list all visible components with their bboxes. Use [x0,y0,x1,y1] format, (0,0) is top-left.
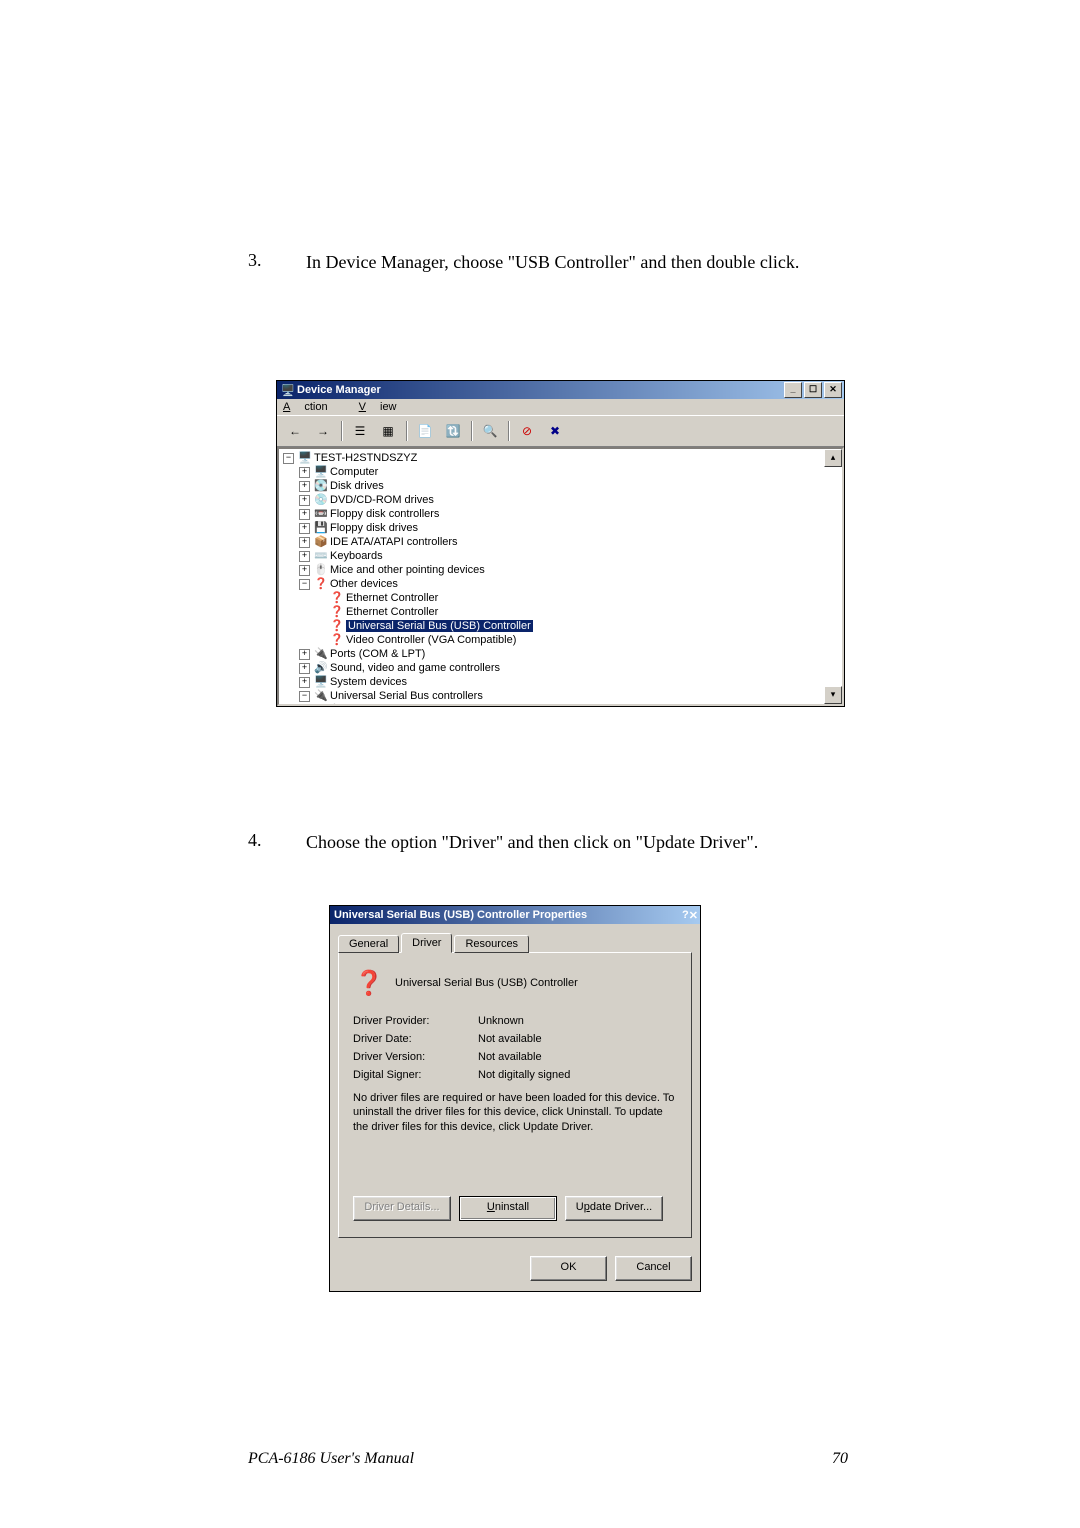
usb-controller-properties-dialog: Universal Serial Bus (USB) Controller Pr… [329,905,701,1292]
tree-item[interactable]: +🖥️System devices [283,675,838,689]
dialog-title: Universal Serial Bus (USB) Controller Pr… [334,909,682,921]
driver-date-value: Not available [478,1033,677,1045]
page-number: 70 [832,1450,848,1468]
list-icon[interactable]: ▦ [376,419,400,443]
tree-item[interactable]: ❓Ethernet Controller [283,605,838,619]
tree-item[interactable]: +⌨️Keyboards [283,549,838,563]
cancel-button[interactable]: Cancel [615,1256,692,1281]
close-button[interactable]: ✕ [689,909,698,922]
device-question-icon: ❓ [353,967,385,999]
driver-provider-label: Driver Provider: [353,1015,478,1027]
update-driver-button[interactable]: Update Driver... [565,1196,663,1221]
window-title: Device Manager [297,384,782,396]
menu-view[interactable]: View [359,401,411,413]
driver-description-text: No driver files are required or have bee… [353,1091,677,1134]
app-icon: 🖥️ [281,384,295,397]
step4-number: 4. [248,830,268,854]
scrollbar-up-button[interactable]: ▴ [824,449,842,467]
step3-text: In Device Manager, choose "USB Controlle… [306,250,866,274]
tree-item[interactable]: ❓Video Controller (VGA Compatible) [283,633,838,647]
tree-item[interactable]: +🔊Sound, video and game controllers [283,661,838,675]
scan-hardware-icon[interactable]: 🔍 [478,419,502,443]
step3-number: 3. [248,250,268,274]
tree-item[interactable]: 🔌Intel(R) 82801DB/DBM USB Universal Host… [283,703,838,706]
tree-item[interactable]: ❓Ethernet Controller [283,591,838,605]
driver-details-button: Driver Details... [353,1196,451,1221]
disable-icon[interactable]: ⊘ [515,419,539,443]
digital-signer-label: Digital Signer: [353,1069,478,1081]
maximize-button[interactable]: ☐ [804,382,822,398]
help-button[interactable]: ? [682,909,689,921]
ok-button[interactable]: OK [530,1256,607,1281]
refresh-icon[interactable]: 🔃 [441,419,465,443]
tree-item[interactable]: −❓Other devices [283,577,838,591]
menu-action[interactable]: Action [283,401,342,413]
device-manager-titlebar: 🖥️ Device Manager _ ☐ ✕ [277,381,844,399]
manual-title: PCA-6186 User's Manual [248,1450,832,1468]
properties-icon[interactable]: 📄 [413,419,437,443]
toolbar-separator [406,421,407,441]
nav-back-icon[interactable]: ← [283,419,307,443]
minimize-button[interactable]: _ [784,382,802,398]
device-manager-window: 🖥️ Device Manager _ ☐ ✕ Action View ← → … [276,380,845,707]
tab-resources[interactable]: Resources [454,935,529,953]
driver-provider-value: Unknown [478,1015,677,1027]
device-heading: Universal Serial Bus (USB) Controller [395,977,578,989]
tree-item[interactable]: +💿DVD/CD-ROM drives [283,493,838,507]
tree-item[interactable]: +🖥️Computer [283,465,838,479]
tab-general[interactable]: General [338,935,399,953]
tree-item[interactable]: +💽Disk drives [283,479,838,493]
tab-driver[interactable]: Driver [401,933,452,953]
tree-item[interactable]: +📦IDE ATA/ATAPI controllers [283,535,838,549]
toolbar-separator [471,421,472,441]
tree-item[interactable]: +💾Floppy disk drives [283,521,838,535]
uninstall-icon[interactable]: ✖ [543,419,567,443]
driver-tab-panel: ❓ Universal Serial Bus (USB) Controller … [338,952,692,1238]
driver-version-label: Driver Version: [353,1051,478,1063]
tabs: General Driver Resources [338,933,692,953]
scrollbar-down-button[interactable]: ▾ [824,686,842,704]
tree-item[interactable]: +🖱️Mice and other pointing devices [283,563,838,577]
device-tree-panel: ▴ ▾ −🖥️TEST-H2STNDSZYZ+🖥️Computer+💽Disk … [277,447,844,706]
toolbar-separator [341,421,342,441]
driver-date-label: Driver Date: [353,1033,478,1045]
toolbar: ← → ☰ ▦ 📄 🔃 🔍 ⊘ ✖ [277,415,844,447]
tree-item[interactable]: −🔌Universal Serial Bus controllers [283,689,838,703]
tree-item[interactable]: +📼Floppy disk controllers [283,507,838,521]
nav-forward-icon[interactable]: → [311,419,335,443]
digital-signer-value: Not digitally signed [478,1069,677,1081]
tree-item[interactable]: ❓Universal Serial Bus (USB) Controller [283,619,838,633]
view-icon[interactable]: ☰ [348,419,372,443]
tree-item[interactable]: +🔌Ports (COM & LPT) [283,647,838,661]
toolbar-separator [508,421,509,441]
driver-version-value: Not available [478,1051,677,1063]
uninstall-button[interactable]: Uninstall [459,1196,557,1221]
step4-text: Choose the option "Driver" and then clic… [306,830,866,854]
close-button[interactable]: ✕ [824,382,842,398]
tree-root[interactable]: −🖥️TEST-H2STNDSZYZ [283,451,838,465]
properties-titlebar: Universal Serial Bus (USB) Controller Pr… [330,906,700,924]
menubar: Action View [277,399,844,415]
